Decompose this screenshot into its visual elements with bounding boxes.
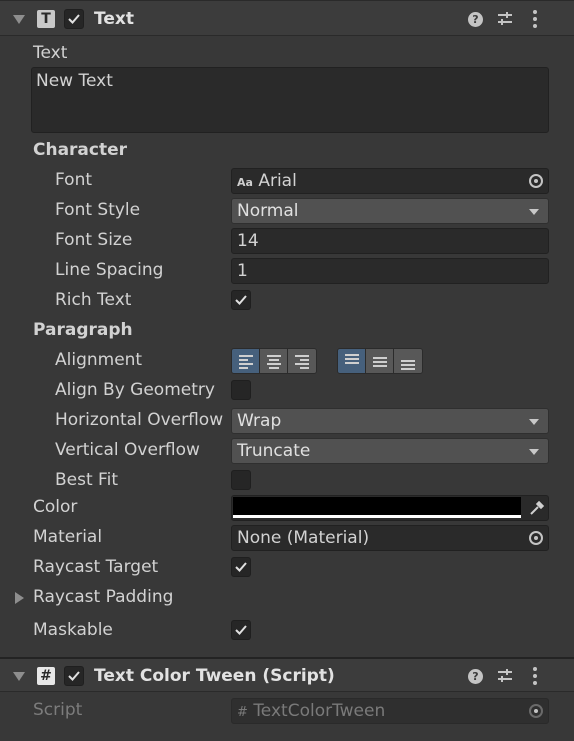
text-component-icon: T [37,10,55,28]
align-by-geometry-checkbox[interactable] [231,380,251,400]
align-top-button[interactable] [338,349,366,373]
line-spacing-label: Line Spacing [55,260,164,280]
dropdown-caret-icon [529,209,539,215]
align-center-button[interactable] [260,349,288,373]
horizontal-overflow-dropdown[interactable]: Wrap [231,408,549,434]
check-icon [68,14,80,24]
character-section-label: Character [33,140,128,160]
color-swatch [233,497,521,515]
best-fit-checkbox[interactable] [231,470,251,490]
rich-text-label: Rich Text [55,290,132,310]
tween-enabled-checkbox[interactable] [64,666,84,686]
font-label: Font [55,170,93,190]
raycast-padding-foldout[interactable]: Raycast Padding [14,587,234,609]
dropdown-caret-icon [529,419,539,425]
object-picker-icon [529,704,543,718]
font-style-dropdown[interactable]: Normal [231,198,549,224]
material-label: Material [33,527,103,547]
vertical-overflow-value: Truncate [237,441,311,461]
align-by-geometry-label: Align By Geometry [55,380,215,400]
vertical-alignment-group [337,348,423,374]
align-left-button[interactable] [232,349,260,373]
font-value: Arial [258,171,297,191]
horizontal-overflow-label: Horizontal Overflow [55,410,224,430]
align-bottom-button[interactable] [394,349,422,373]
text-component-title: Text [94,9,134,29]
align-middle-button[interactable] [366,349,394,373]
maskable-label: Maskable [33,620,113,640]
raycast-padding-label: Raycast Padding [33,587,174,607]
font-style-label: Font Style [55,200,141,220]
vertical-overflow-label: Vertical Overflow [55,440,200,460]
preset-sliders-icon[interactable] [497,668,513,684]
check-icon [235,562,247,572]
check-icon [235,295,247,305]
text-area[interactable]: New Text [31,67,549,133]
paragraph-section-label: Paragraph [33,320,133,340]
font-size-label: Font Size [55,230,133,250]
font-asset-icon: Aa [237,176,253,189]
context-menu-icon[interactable] [533,10,537,31]
maskable-checkbox[interactable] [231,620,251,640]
context-menu-icon[interactable] [533,667,537,688]
align-right-button[interactable] [288,349,316,373]
object-picker-icon[interactable] [529,531,543,545]
font-style-value: Normal [237,201,299,221]
raycast-target-checkbox[interactable] [231,557,251,577]
script-label: Script [33,700,83,720]
text-component-header[interactable]: T Text ? [0,0,574,36]
rich-text-checkbox[interactable] [231,290,251,310]
text-label: Text [33,43,68,63]
help-icon[interactable]: ? [468,669,483,684]
foldout-arrow-icon[interactable] [13,672,25,681]
tween-component-header[interactable]: # Text Color Tween (Script) ? [0,657,574,692]
horizontal-alignment-group [231,348,317,374]
eyedropper-icon[interactable] [529,500,545,516]
color-swatch-alpha-bar [233,515,521,518]
font-object-field[interactable]: Aa Arial [231,168,549,194]
help-icon[interactable]: ? [468,12,483,27]
foldout-arrow-icon[interactable] [13,15,25,24]
alignment-label: Alignment [55,350,143,370]
horizontal-overflow-value: Wrap [237,411,282,431]
foldout-arrow-right-icon [15,592,24,604]
check-icon [235,625,247,635]
text-enabled-checkbox[interactable] [64,9,84,29]
check-icon [68,671,80,681]
line-spacing-input[interactable]: 1 [231,258,549,284]
script-value: TextColorTween [253,701,386,721]
material-object-field[interactable]: None (Material) [231,525,549,551]
tween-component-title: Text Color Tween (Script) [94,666,335,686]
raycast-target-label: Raycast Target [33,557,159,577]
color-label: Color [33,497,78,517]
vertical-overflow-dropdown[interactable]: Truncate [231,438,549,464]
material-value: None (Material) [237,528,370,548]
script-asset-icon: # [237,705,248,720]
best-fit-label: Best Fit [55,470,118,490]
dropdown-caret-icon [529,449,539,455]
font-size-input[interactable]: 14 [231,228,549,254]
script-component-icon: # [37,667,55,685]
preset-sliders-icon[interactable] [497,11,513,27]
color-field[interactable] [231,495,549,521]
object-picker-icon[interactable] [529,174,543,188]
script-object-field: # TextColorTween [231,698,549,724]
